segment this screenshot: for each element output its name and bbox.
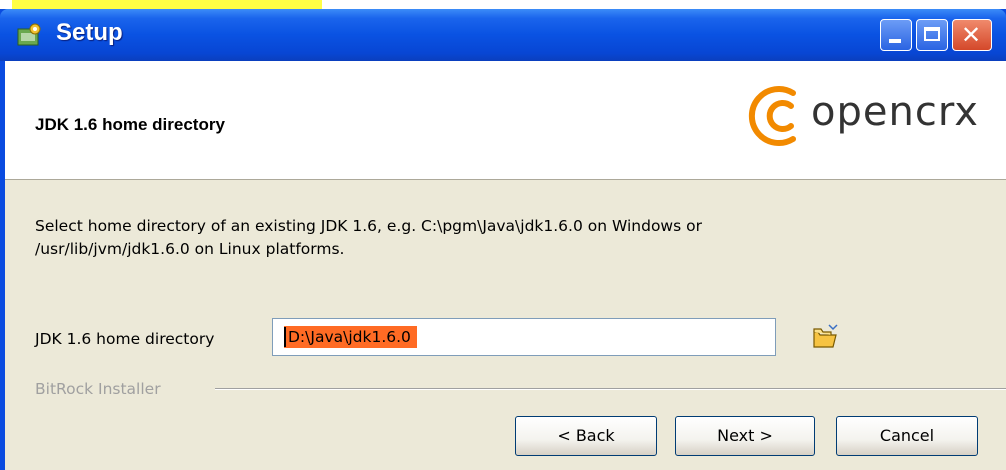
description-line-1: Select home directory of an existing JDK… — [35, 217, 702, 235]
minimize-button[interactable] — [880, 19, 912, 51]
wizard-client-area: JDK 1.6 home directory opencrx Select ho… — [5, 61, 1006, 470]
description: Select home directory of an existing JDK… — [35, 215, 935, 261]
jdk-home-label: JDK 1.6 home directory — [35, 330, 215, 348]
page-title: JDK 1.6 home directory — [35, 115, 225, 134]
description-line-2: /usr/lib/jvm/jdk1.6.0 on Linux platforms… — [35, 240, 345, 258]
cancel-button[interactable]: Cancel — [836, 416, 978, 456]
folder-open-icon[interactable] — [811, 323, 839, 351]
close-button[interactable]: ✕ — [952, 19, 992, 51]
text-caret — [284, 327, 286, 347]
maximize-button[interactable] — [916, 19, 948, 51]
title-bar[interactable]: Setup ✕ — [0, 9, 1006, 61]
jdk-home-input[interactable]: D:\Java\jdk1.6.0 — [272, 318, 776, 356]
wizard-header: JDK 1.6 home directory opencrx — [5, 61, 1006, 180]
setup-window: Setup ✕ JDK 1.6 home directory opencrx S… — [0, 9, 1006, 470]
opencrx-logo: opencrx — [743, 81, 1006, 151]
minimize-icon — [889, 39, 901, 43]
back-button[interactable]: < Back — [515, 416, 657, 456]
divider — [215, 388, 1006, 390]
highlight-mark — [12, 0, 322, 9]
opencrx-logo-mark — [748, 86, 796, 146]
window-title: Setup — [56, 19, 123, 46]
cropped-top-text — [0, 0, 1006, 9]
brand-name: opencrx — [811, 89, 979, 135]
next-button[interactable]: Next > — [675, 416, 815, 456]
installer-group-label: BitRock Installer — [35, 380, 161, 398]
close-icon: ✕ — [961, 21, 982, 49]
setup-app-icon — [17, 23, 41, 46]
jdk-home-input-value: D:\Java\jdk1.6.0 — [284, 326, 417, 348]
maximize-icon — [924, 27, 940, 41]
